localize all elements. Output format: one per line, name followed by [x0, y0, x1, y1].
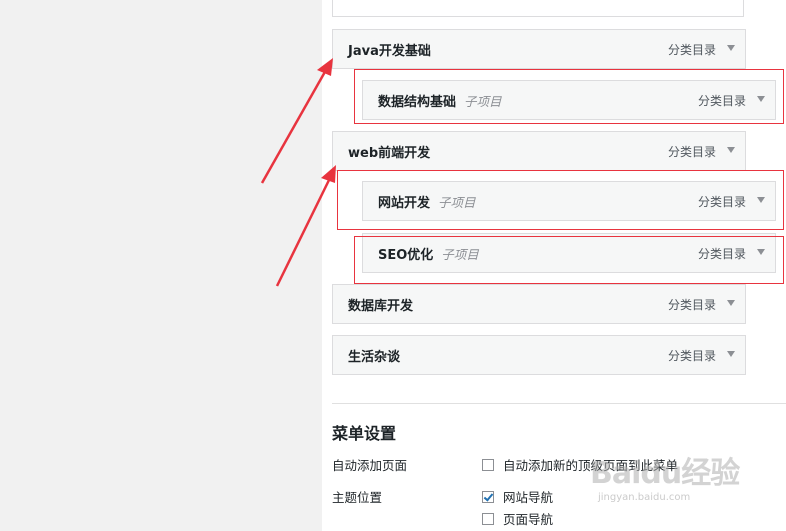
- location-option-site-nav[interactable]: 网站导航: [482, 487, 553, 506]
- arrow-icon: [275, 165, 336, 287]
- auto-add-checkbox[interactable]: [482, 458, 494, 471]
- auto-add-label: 自动添加页面: [332, 458, 408, 473]
- watermark: Baidu经验 jingyan.baidu.com: [590, 448, 740, 503]
- site-nav-checkbox[interactable]: [482, 490, 494, 503]
- section-divider: [332, 403, 786, 404]
- settings-title: 菜单设置: [332, 424, 397, 443]
- location-option-label: 网站导航: [503, 490, 554, 505]
- watermark-logo: Baidu经验: [590, 456, 740, 491]
- location-option-label: 页面导航: [503, 512, 554, 527]
- theme-location-label: 主题位置: [332, 490, 383, 505]
- arrow-icon: [260, 58, 333, 184]
- watermark-url: jingyan.baidu.com: [598, 492, 691, 503]
- location-option-page-nav[interactable]: 页面导航: [482, 509, 553, 528]
- page-nav-checkbox[interactable]: [482, 512, 494, 525]
